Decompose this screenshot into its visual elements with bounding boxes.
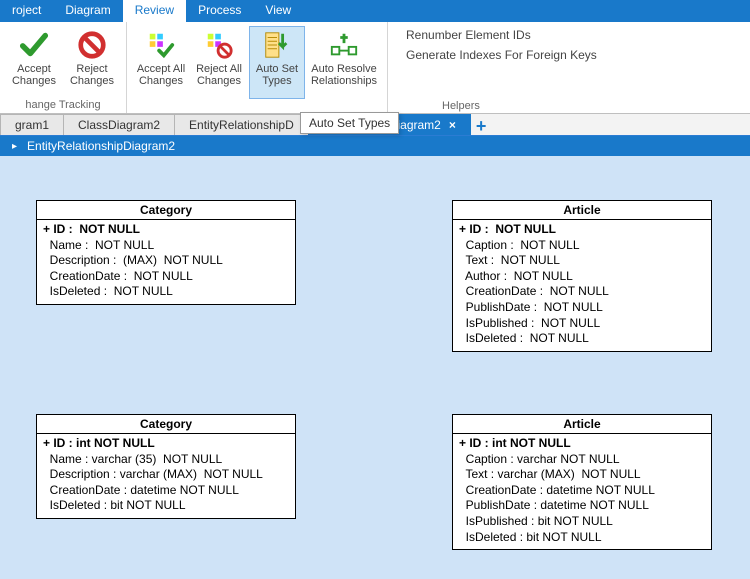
entity-row: CreationDate : NOT NULL — [459, 284, 705, 300]
entity-row: IsPublished : bit NOT NULL — [459, 514, 705, 530]
reject-all-changes-button[interactable]: Reject AllChanges — [191, 26, 247, 99]
empty-group-label — [133, 99, 381, 112]
entity-title: Category — [37, 415, 295, 434]
entity-row: CreationDate : datetime NOT NULL — [459, 483, 705, 499]
doc-tab-2[interactable]: EntityRelationshipD — [174, 114, 309, 135]
menu-tab-review[interactable]: Review — [123, 0, 186, 22]
diagram-canvas[interactable]: Category + ID : NOT NULL Name : NOT NULL… — [0, 156, 750, 579]
entity-row: IsDeleted : NOT NULL — [459, 331, 705, 347]
entity-body: + ID : NOT NULL Caption : NOT NULL Text … — [453, 220, 711, 351]
entity-row: + ID : NOT NULL — [459, 222, 705, 238]
doc-tab-0[interactable]: gram1 — [0, 114, 64, 135]
entity-row: CreationDate : NOT NULL — [43, 269, 289, 285]
accept-all-icon — [145, 29, 177, 61]
accept-icon — [18, 29, 50, 61]
entity-title: Article — [453, 415, 711, 434]
reject-all-label: Reject AllChanges — [196, 63, 242, 87]
renumber-element-ids-link[interactable]: Renumber Element IDs — [406, 28, 597, 42]
entity-row: IsDeleted : NOT NULL — [43, 284, 289, 300]
menu-tab-view[interactable]: View — [253, 0, 303, 22]
entity-row: Name : NOT NULL — [43, 238, 289, 254]
entity-row: IsDeleted : bit NOT NULL — [43, 498, 289, 514]
menu-tab-project[interactable]: roject — [0, 0, 53, 22]
auto-set-types-tooltip: Auto Set Types — [300, 112, 399, 134]
entity-row: + ID : int NOT NULL — [43, 436, 289, 452]
auto-resolve-label: Auto ResolveRelationships — [311, 63, 377, 87]
breadcrumb: ▸ EntityRelationshipDiagram2 — [0, 136, 750, 156]
entity-article-2[interactable]: Article + ID : int NOT NULL Caption : va… — [452, 414, 712, 550]
close-tab-icon[interactable]: × — [449, 118, 456, 132]
breadcrumb-marker: ▸ — [12, 141, 17, 152]
entity-row: IsDeleted : bit NOT NULL — [459, 530, 705, 546]
generate-indexes-link[interactable]: Generate Indexes For Foreign Keys — [406, 48, 597, 62]
entity-row: Caption : varchar NOT NULL — [459, 452, 705, 468]
entity-row: IsPublished : NOT NULL — [459, 316, 705, 332]
entity-row: CreationDate : datetime NOT NULL — [43, 483, 289, 499]
entity-row: + ID : int NOT NULL — [459, 436, 705, 452]
ribbon: AcceptChanges RejectChanges hange Tracki… — [0, 22, 750, 114]
entity-title: Category — [37, 201, 295, 220]
entity-row: + ID : NOT NULL — [43, 222, 289, 238]
doc-tab-1[interactable]: ClassDiagram2 — [63, 114, 175, 135]
accept-changes-label: AcceptChanges — [12, 63, 56, 87]
reject-changes-button[interactable]: RejectChanges — [64, 26, 120, 99]
entity-row: Author : NOT NULL — [459, 269, 705, 285]
menu-tab-diagram[interactable]: Diagram — [53, 0, 122, 22]
entity-row: Name : varchar (35) NOT NULL — [43, 452, 289, 468]
entity-row: PublishDate : NOT NULL — [459, 300, 705, 316]
auto-set-types-label: Auto SetTypes — [256, 63, 298, 87]
main-menu: roject Diagram Review Process View — [0, 0, 750, 22]
breadcrumb-text[interactable]: EntityRelationshipDiagram2 — [27, 139, 175, 153]
reject-icon — [76, 29, 108, 61]
entity-category-1[interactable]: Category + ID : NOT NULL Name : NOT NULL… — [36, 200, 296, 305]
accept-all-changes-button[interactable]: Accept AllChanges — [133, 26, 189, 99]
helpers-group-label: Helpers — [442, 100, 597, 112]
auto-set-types-icon — [261, 29, 293, 61]
reject-changes-label: RejectChanges — [70, 63, 114, 87]
entity-body: + ID : int NOT NULL Caption : varchar NO… — [453, 434, 711, 549]
accept-all-label: Accept AllChanges — [137, 63, 185, 87]
add-tab-button[interactable]: + — [470, 117, 493, 135]
entity-article-1[interactable]: Article + ID : NOT NULL Caption : NOT NU… — [452, 200, 712, 352]
entity-category-2[interactable]: Category + ID : int NOT NULL Name : varc… — [36, 414, 296, 519]
entity-body: + ID : int NOT NULL Name : varchar (35) … — [37, 434, 295, 518]
reject-all-icon — [203, 29, 235, 61]
entity-row: Description : (MAX) NOT NULL — [43, 253, 289, 269]
menu-tab-process[interactable]: Process — [186, 0, 253, 22]
change-tracking-group-label: hange Tracking — [6, 99, 120, 112]
accept-changes-button[interactable]: AcceptChanges — [6, 26, 62, 99]
auto-resolve-icon — [328, 29, 360, 61]
auto-set-types-button[interactable]: Auto SetTypes — [249, 26, 305, 99]
entity-title: Article — [453, 201, 711, 220]
entity-row: PublishDate : datetime NOT NULL — [459, 498, 705, 514]
entity-row: Caption : NOT NULL — [459, 238, 705, 254]
helpers-group: Renumber Element IDs Generate Indexes Fo… — [388, 22, 611, 113]
auto-resolve-relationships-button[interactable]: Auto ResolveRelationships — [307, 26, 381, 99]
entity-row: Text : NOT NULL — [459, 253, 705, 269]
entity-row: Description : varchar (MAX) NOT NULL — [43, 467, 289, 483]
entity-row: Text : varchar (MAX) NOT NULL — [459, 467, 705, 483]
entity-body: + ID : NOT NULL Name : NOT NULL Descript… — [37, 220, 295, 304]
